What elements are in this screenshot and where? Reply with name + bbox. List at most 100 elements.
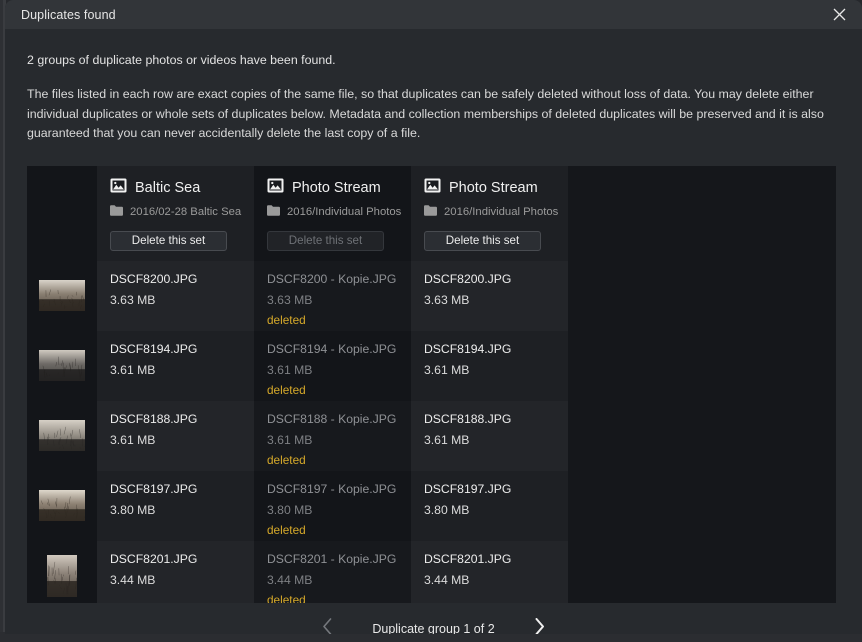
file-name: DSCF8188 - Kopie.JPG xyxy=(267,411,399,427)
album-name: Photo Stream xyxy=(292,180,381,196)
album-line: Photo Stream xyxy=(424,178,556,198)
duplicate-cell-2[interactable]: DSCF8188 - Kopie.JPG 3.61 MB deleted xyxy=(254,401,411,471)
file-size: 3.44 MB xyxy=(110,572,242,588)
file-size: 3.80 MB xyxy=(267,502,399,518)
file-size: 3.61 MB xyxy=(267,432,399,448)
foggy-road-thumbnail xyxy=(39,350,85,381)
duplicate-cell-1[interactable]: DSCF8197.JPG 3.80 MB xyxy=(97,471,254,541)
duplicate-cell-1[interactable]: DSCF8200.JPG 3.63 MB xyxy=(97,261,254,331)
file-name: DSCF8197.JPG xyxy=(110,481,242,497)
file-size: 3.63 MB xyxy=(267,292,399,308)
dialog-titlebar: Duplicates found xyxy=(5,0,862,29)
deleted-status-badge: deleted xyxy=(267,312,399,328)
duplicate-cell-3[interactable]: DSCF8197.JPG 3.80 MB xyxy=(411,471,568,541)
table-row: DSCF8188.JPG 3.61 MB DSCF8188 - Kopie.JPG 3… xyxy=(27,401,568,471)
dialog-title: Duplicates found xyxy=(21,8,116,22)
file-name: DSCF8197.JPG xyxy=(424,481,556,497)
deleted-status-badge: deleted xyxy=(267,382,399,398)
table-row: DSCF8194.JPG 3.61 MB DSCF8194 - Kopie.JPG 3… xyxy=(27,331,568,401)
file-size: 3.61 MB xyxy=(110,362,242,378)
row-thumbnail-cell xyxy=(27,331,97,401)
file-size: 3.80 MB xyxy=(424,502,556,518)
album-path-line: 2016/Individual Photos xyxy=(424,205,556,220)
file-size: 3.63 MB xyxy=(110,292,242,308)
duplicate-cell-1[interactable]: DSCF8201.JPG 3.44 MB xyxy=(97,541,254,603)
album-name: Baltic Sea xyxy=(135,180,200,196)
file-name: DSCF8194 - Kopie.JPG xyxy=(267,341,399,357)
table-row: DSCF8197.JPG 3.80 MB DSCF8197 - Kopie.JPG 3… xyxy=(27,471,568,541)
table-header-row: Baltic Sea 2016/02-28 Baltic Sea Delete … xyxy=(27,166,568,261)
dialog-body: 2 groups of duplicate photos or videos h… xyxy=(5,29,862,603)
frosty-grass-thumbnail xyxy=(39,490,85,521)
file-name: DSCF8201.JPG xyxy=(110,551,242,567)
column-header-3: Photo Stream 2016/Individual Photos Dele… xyxy=(411,166,568,261)
close-button[interactable] xyxy=(817,0,862,29)
folder-icon xyxy=(267,203,280,221)
duplicate-cell-1[interactable]: DSCF8194.JPG 3.61 MB xyxy=(97,331,254,401)
file-size: 3.44 MB xyxy=(267,572,399,588)
duplicate-cell-2[interactable]: DSCF8194 - Kopie.JPG 3.61 MB deleted xyxy=(254,331,411,401)
file-name: DSCF8188.JPG xyxy=(110,411,242,427)
table-row: DSCF8201.JPG 3.44 MB DSCF8201 - Kopie.JPG 3… xyxy=(27,541,568,603)
duplicate-cell-2[interactable]: DSCF8197 - Kopie.JPG 3.80 MB deleted xyxy=(254,471,411,541)
duplicates-found-dialog: Duplicates found 2 groups of duplicate p… xyxy=(5,0,862,634)
file-size: 3.61 MB xyxy=(267,362,399,378)
file-size: 3.44 MB xyxy=(424,572,556,588)
foggy-field-sun-thumbnail xyxy=(39,420,85,451)
album-name: Photo Stream xyxy=(449,180,538,196)
deleted-status-badge: deleted xyxy=(267,452,399,468)
frosty-reeds-thumbnail xyxy=(47,555,77,597)
row-thumbnail-cell xyxy=(27,471,97,541)
delete-set-button-3[interactable]: Delete this set xyxy=(424,231,541,251)
table-row: DSCF8200.JPG 3.63 MB DSCF8200 - Kopie.JPG 3… xyxy=(27,261,568,331)
duplicate-cell-3[interactable]: DSCF8188.JPG 3.61 MB xyxy=(411,401,568,471)
row-thumbnail-cell xyxy=(27,401,97,471)
file-name: DSCF8201.JPG xyxy=(424,551,556,567)
file-name: DSCF8197 - Kopie.JPG xyxy=(267,481,399,497)
file-name: DSCF8188.JPG xyxy=(424,411,556,427)
duplicate-cell-3[interactable]: DSCF8200.JPG 3.63 MB xyxy=(411,261,568,331)
album-path: 2016/Individual Photos xyxy=(444,206,558,218)
file-name: DSCF8194.JPG xyxy=(424,341,556,357)
summary-text: 2 groups of duplicate photos or videos h… xyxy=(27,52,840,68)
file-size: 3.61 MB xyxy=(424,432,556,448)
duplicates-table: Baltic Sea 2016/02-28 Baltic Sea Delete … xyxy=(27,166,568,603)
photo-album-icon xyxy=(267,178,284,198)
album-path-line: 2016/Individual Photos xyxy=(267,205,399,220)
duplicate-cell-1[interactable]: DSCF8188.JPG 3.61 MB xyxy=(97,401,254,471)
photo-album-icon xyxy=(110,178,127,198)
file-size: 3.80 MB xyxy=(110,502,242,518)
file-size: 3.61 MB xyxy=(110,432,242,448)
duplicates-table-container: Baltic Sea 2016/02-28 Baltic Sea Delete … xyxy=(27,166,836,603)
previous-group-button[interactable] xyxy=(317,617,339,635)
deleted-status-badge: deleted xyxy=(267,522,399,538)
table-rows: DSCF8200.JPG 3.63 MB DSCF8200 - Kopie.JPG 3… xyxy=(27,261,568,603)
close-icon xyxy=(833,8,846,21)
album-path: 2016/Individual Photos xyxy=(287,206,401,218)
duplicate-cell-3[interactable]: DSCF8194.JPG 3.61 MB xyxy=(411,331,568,401)
file-size: 3.63 MB xyxy=(424,292,556,308)
album-line: Photo Stream xyxy=(267,178,399,198)
file-size: 3.61 MB xyxy=(424,362,556,378)
duplicate-cell-2[interactable]: DSCF8200 - Kopie.JPG 3.63 MB deleted xyxy=(254,261,411,331)
row-thumbnail-cell xyxy=(27,261,97,331)
duplicate-cell-3[interactable]: DSCF8201.JPG 3.44 MB xyxy=(411,541,568,603)
next-group-button[interactable] xyxy=(529,617,551,635)
column-header-2: Photo Stream 2016/Individual Photos Dele… xyxy=(254,166,411,261)
file-name: DSCF8194.JPG xyxy=(110,341,242,357)
explanation-text: The files listed in each row are exact c… xyxy=(27,85,839,144)
file-name: DSCF8200.JPG xyxy=(424,271,556,287)
file-name: DSCF8200.JPG xyxy=(110,271,242,287)
dialog-footer: Duplicate group 1 of 2 xyxy=(5,603,862,635)
delete-set-button-1[interactable]: Delete this set xyxy=(110,231,227,251)
chevron-left-icon xyxy=(322,618,333,635)
chevron-right-icon xyxy=(534,618,545,635)
duplicate-cell-2[interactable]: DSCF8201 - Kopie.JPG 3.44 MB deleted xyxy=(254,541,411,603)
winter-branches-thumbnail xyxy=(39,280,85,311)
album-path-line: 2016/02-28 Baltic Sea xyxy=(110,205,242,220)
header-thumbnail-spacer xyxy=(27,166,97,261)
row-thumbnail-cell xyxy=(27,541,97,603)
folder-icon xyxy=(110,203,123,221)
album-line: Baltic Sea xyxy=(110,178,242,198)
photo-album-icon xyxy=(424,178,441,198)
